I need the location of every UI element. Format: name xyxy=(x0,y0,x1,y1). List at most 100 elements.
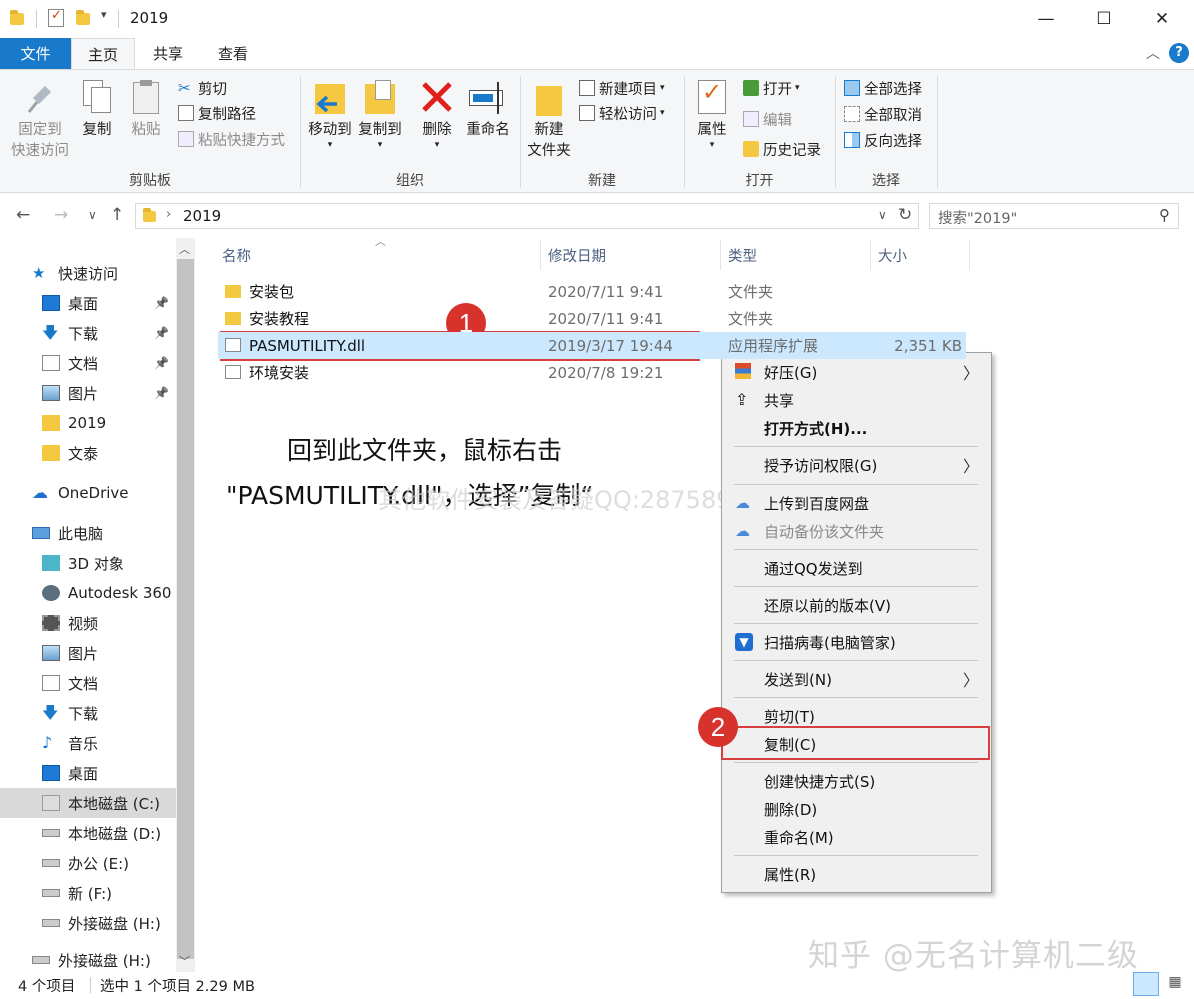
up-arrow-icon[interactable]: ↑ xyxy=(110,205,124,225)
recent-locations-icon[interactable]: ∨ xyxy=(88,208,97,222)
open-button[interactable]: 打开 ▾ xyxy=(743,76,800,100)
file-row[interactable]: 安装包 2020/7/11 9:41 文件夹 xyxy=(218,278,966,305)
pin-icon[interactable]: 📌 xyxy=(154,356,169,370)
copy-path-button[interactable]: 复制路径 xyxy=(178,101,256,125)
details-view-icon[interactable] xyxy=(1133,972,1159,996)
nav-item-pc-5[interactable]: 🡇 下载 xyxy=(0,698,175,728)
help-icon[interactable]: ? xyxy=(1169,43,1189,63)
nav-item-pc-9[interactable]: 本地磁盘 (D:) xyxy=(0,818,175,848)
nav-item-pinned-3[interactable]: 图片 📌 xyxy=(0,378,175,408)
file-row[interactable]: PASMUTILITY.dll 2019/3/17 19:44 应用程序扩展 2,35… xyxy=(218,332,966,359)
column-header-size[interactable]: 大小 xyxy=(878,245,907,266)
refresh-icon[interactable]: ↻ xyxy=(898,205,912,225)
select-none-button[interactable]: 全部取消 xyxy=(844,102,922,126)
nav-item-external[interactable]: 外接磁盘 (H:) xyxy=(0,948,175,972)
menu-item-3[interactable]: 授予访问权限(G) 〉 xyxy=(722,451,991,479)
nav-item-pinned-0[interactable]: 桌面 📌 xyxy=(0,288,175,318)
nav-item-recent-1[interactable]: 文泰 xyxy=(0,438,175,468)
copy-to-button[interactable]: 复制到 ▾ xyxy=(355,80,405,150)
menu-item-4[interactable]: ☁ 上传到百度网盘 xyxy=(722,489,991,517)
select-all-button[interactable]: 全部选择 xyxy=(844,76,922,100)
copy-ribbon-button[interactable]: 复制 xyxy=(77,80,117,141)
menu-item-9[interactable]: 发送到(N) 〉 xyxy=(722,665,991,693)
invert-selection-button[interactable]: 反向选择 xyxy=(844,128,922,152)
search-input[interactable]: 搜索"2019" ⚲ xyxy=(929,203,1179,229)
close-button[interactable]: ✕ xyxy=(1133,0,1191,38)
menu-item-8[interactable]: ▼ 扫描病毒(电脑管家) xyxy=(722,628,991,656)
edit-button[interactable]: 编辑 xyxy=(743,107,792,131)
new-folder-icon[interactable] xyxy=(76,10,90,25)
easy-access-button[interactable]: 轻松访问 ▾ xyxy=(579,101,665,125)
nav-label: 办公 (E:) xyxy=(68,854,130,873)
paste-ribbon-button[interactable]: 粘贴 xyxy=(126,80,166,141)
large-icons-view-icon[interactable]: ▦ xyxy=(1164,974,1186,994)
pin-icon[interactable]: 📌 xyxy=(154,296,169,310)
menu-item-14[interactable]: 重命名(M) xyxy=(722,823,991,851)
tab-file[interactable]: 文件 xyxy=(0,38,71,69)
scroll-down-icon[interactable]: ﹀ xyxy=(179,953,190,969)
tab-home[interactable]: 主页 xyxy=(71,38,135,70)
move-to-button[interactable]: 移动到 ▾ xyxy=(305,80,355,150)
scroll-up-icon[interactable]: ︿ xyxy=(179,241,190,257)
column-header-name[interactable]: 名称 xyxy=(222,245,251,266)
forward-arrow-icon[interactable]: → xyxy=(54,205,68,225)
menu-separator xyxy=(734,762,978,763)
nav-item-pc-4[interactable]: 文档 xyxy=(0,668,175,698)
file-row[interactable]: 环境安装 2020/7/8 19:21 xyxy=(218,359,966,386)
nav-item-recent-0[interactable]: 2019 xyxy=(0,408,175,438)
menu-item-7[interactable]: 还原以前的版本(V) xyxy=(722,591,991,619)
menu-item-6[interactable]: 通过QQ发送到 xyxy=(722,554,991,582)
address-dropdown-icon[interactable]: ∨ xyxy=(878,208,887,222)
new-folder-button[interactable]: 新建 文件夹 xyxy=(524,80,574,162)
menu-item-label: 授予访问权限(G) xyxy=(764,456,878,475)
file-row[interactable]: 安装教程 2020/7/11 9:41 文件夹 xyxy=(218,305,966,332)
nav-scrollbar-thumb[interactable] xyxy=(177,259,194,959)
tab-share[interactable]: 共享 xyxy=(137,38,199,69)
maximize-button[interactable]: ☐ xyxy=(1075,0,1133,38)
file-icon xyxy=(225,365,241,379)
pin-icon[interactable]: 📌 xyxy=(154,326,169,340)
nav-item-pc-6[interactable]: ♪ 音乐 xyxy=(0,728,175,758)
menu-item-1[interactable]: ⇪ 共享 xyxy=(722,386,991,414)
new-item-button[interactable]: 新建项目 ▾ xyxy=(579,76,665,100)
tab-view[interactable]: 查看 xyxy=(202,38,264,69)
rename-ribbon-button[interactable]: 重命名 xyxy=(463,80,513,141)
properties-label: 属性 xyxy=(697,122,727,138)
nav-onedrive[interactable]: ☁ OneDrive xyxy=(0,478,175,508)
column-header-type[interactable]: 类型 xyxy=(728,245,757,266)
nav-item-pc-0[interactable]: 3D 对象 xyxy=(0,548,175,578)
delete-ribbon-button[interactable]: 删除 ▾ xyxy=(417,80,457,150)
nav-item-pc-12[interactable]: 外接磁盘 (H:) xyxy=(0,908,175,938)
nav-item-pc-11[interactable]: 新 (F:) xyxy=(0,878,175,908)
nav-item-pc-3[interactable]: 图片 xyxy=(0,638,175,668)
history-button[interactable]: 历史记录 xyxy=(743,137,821,161)
nav-this-pc[interactable]: 此电脑 xyxy=(0,518,175,548)
nav-item-pc-1[interactable]: Autodesk 360 xyxy=(0,578,175,608)
properties-ribbon-button[interactable]: ✓ 属性 ▾ xyxy=(690,80,734,150)
nav-item-pinned-1[interactable]: 🡇 下载 📌 xyxy=(0,318,175,348)
quick-access-dropdown-icon[interactable]: ▾ xyxy=(101,8,107,21)
nav-item-pc-7[interactable]: 桌面 xyxy=(0,758,175,788)
file-date: 2020/7/11 9:41 xyxy=(548,282,664,301)
pin-quick-access-button[interactable]: 固定到 快速访问 xyxy=(6,80,74,162)
nav-item-pc-10[interactable]: 办公 (E:) xyxy=(0,848,175,878)
paste-shortcut-button[interactable]: 粘贴快捷方式 xyxy=(178,127,285,151)
cut-button[interactable]: ✂ 剪切 xyxy=(178,76,227,100)
breadcrumb-current[interactable]: 2019 xyxy=(183,207,221,225)
nav-item-pinned-2[interactable]: 文档 📌 xyxy=(0,348,175,378)
menu-item-2[interactable]: 打开方式(H)... xyxy=(722,414,991,442)
nav-item-pc-8[interactable]: 本地磁盘 (C:) xyxy=(0,788,176,818)
pin-icon[interactable]: 📌 xyxy=(154,386,169,400)
breadcrumb-chevron-icon[interactable]: › xyxy=(166,207,171,222)
nav-item-pc-2[interactable]: 视频 xyxy=(0,608,175,638)
address-bar[interactable]: › 2019 ∨ ↻ xyxy=(135,203,919,229)
menu-item-15[interactable]: 属性(R) xyxy=(722,860,991,888)
menu-item-13[interactable]: 删除(D) xyxy=(722,795,991,823)
properties-icon[interactable]: ✓ xyxy=(48,8,64,27)
minimize-button[interactable]: — xyxy=(1017,0,1075,38)
column-header-date[interactable]: 修改日期 xyxy=(548,245,606,266)
collapse-ribbon-icon[interactable]: ︿ xyxy=(1146,43,1160,63)
menu-item-12[interactable]: 创建快捷方式(S) xyxy=(722,767,991,795)
copy-icon xyxy=(77,80,117,120)
back-arrow-icon[interactable]: ← xyxy=(16,205,30,225)
